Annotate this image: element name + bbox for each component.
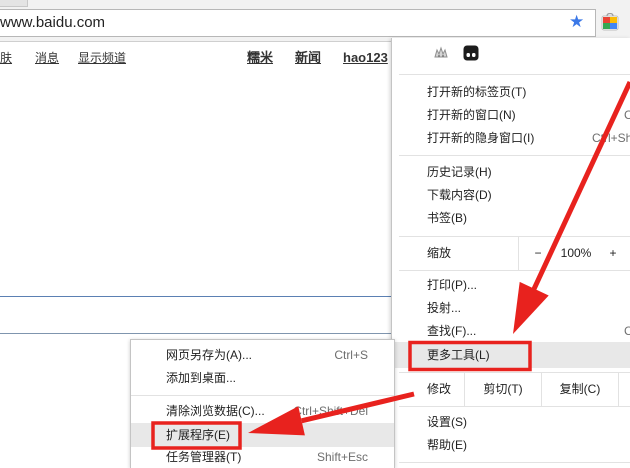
menu-item-new-window[interactable]: 打开新的窗口(N) C [392, 104, 630, 127]
menu-item-shortcut: C [624, 320, 630, 343]
menu-item-label: 查找(F)... [427, 324, 477, 338]
menu-separator [399, 270, 630, 271]
submenu-separator [131, 395, 394, 396]
nav-link-skin[interactable]: 肤 [0, 51, 12, 66]
zoom-label: 缩放 [427, 246, 452, 260]
black-extension-icon-eye-right [472, 53, 476, 57]
black-extension-icon-eye-left [466, 53, 470, 57]
edit-divider [618, 373, 619, 406]
chrome-main-menu: 打开新的标签页(T) 打开新的窗口(N) C 打开新的隐身窗口(I) Ctrl+… [391, 38, 630, 468]
webstore-icon-blue [610, 23, 617, 29]
zoom-out-button[interactable]: − [528, 237, 548, 270]
menu-item-label: 书签(B) [427, 211, 467, 225]
submenu-item-label: 扩展程序(E) [166, 428, 230, 442]
submenu-item-label: 任务管理器(T) [166, 450, 242, 464]
menu-item-label: 打开新的窗口(N) [427, 108, 516, 122]
menu-item-find[interactable]: 查找(F)... C [392, 320, 630, 343]
menu-item-label: 打印(P)... [427, 278, 477, 292]
zoom-in-button[interactable]: + [603, 237, 623, 270]
menu-item-new-tab[interactable]: 打开新的标签页(T) [392, 81, 630, 104]
browser-toolbar: www.baidu.com ★ [0, 0, 630, 42]
nav-link-show-channel[interactable]: 显示频道 [78, 51, 126, 66]
url-text[interactable]: www.baidu.com [0, 14, 105, 32]
submenu-item-label: 清除浏览数据(C)... [166, 404, 265, 418]
grey-extension-icon-shape [434, 46, 448, 58]
webstore-icon[interactable] [601, 13, 619, 31]
zoom-level: 100% [560, 246, 592, 260]
submenu-item-label: 添加到桌面... [166, 371, 237, 385]
submenu-item-extensions[interactable]: 扩展程序(E) [131, 423, 394, 447]
submenu-item-task-manager[interactable]: 任务管理器(T) Shift+Esc [131, 447, 394, 468]
menu-edit-row: 修改 剪切(T) 复制(C) [392, 373, 630, 406]
submenu-item-add-to-desktop[interactable]: 添加到桌面... [131, 367, 394, 390]
menu-item-downloads[interactable]: 下载内容(D) [392, 184, 630, 207]
nav-link-nuomi[interactable]: 糯米 [247, 50, 273, 65]
menu-item-label: 更多工具(L) [427, 348, 490, 362]
menu-item-history[interactable]: 历史记录(H) [392, 161, 630, 184]
bookmark-star-icon[interactable]: ★ [569, 11, 584, 33]
menu-item-new-incognito-window[interactable]: 打开新的隐身窗口(I) Ctrl+Sh [392, 127, 630, 150]
menu-item-label: 投射... [427, 301, 462, 315]
menu-item-label: 历史记录(H) [427, 165, 492, 179]
menu-separator [399, 406, 630, 407]
menu-item-label: 下载内容(D) [427, 188, 492, 202]
menu-item-label: 打开新的隐身窗口(I) [427, 131, 535, 145]
menu-item-settings[interactable]: 设置(S) [392, 411, 630, 434]
grey-extension-icon-dot-right [442, 55, 444, 57]
submenu-item-label: 网页另存为(A)... [166, 348, 252, 362]
cut-button[interactable]: 剪切(T) [465, 373, 541, 406]
menu-item-print[interactable]: 打印(P)... [392, 274, 630, 297]
more-tools-submenu: 网页另存为(A)... Ctrl+S 添加到桌面... 清除浏览数据(C)...… [130, 339, 395, 468]
submenu-item-save-page-as[interactable]: 网页另存为(A)... Ctrl+S [131, 344, 394, 367]
copy-button[interactable]: 复制(C) [542, 373, 618, 406]
edit-label: 修改 [427, 382, 452, 396]
grey-extension-icon[interactable] [433, 45, 449, 61]
submenu-item-shortcut: Ctrl+Shift+Del [293, 404, 368, 418]
menu-item-shortcut: Ctrl+Sh [592, 131, 630, 145]
menu-item-bookmarks[interactable]: 书签(B) [392, 207, 630, 230]
webstore-icon-yellow [610, 17, 617, 23]
submenu-item-shortcut: Shift+Esc [316, 450, 368, 464]
submenu-item-clear-browsing-data[interactable]: 清除浏览数据(C)... Ctrl+Shift+Del [131, 400, 394, 423]
address-bar[interactable]: www.baidu.com ★ [0, 9, 596, 37]
menu-item-shortcut: C [624, 104, 630, 127]
nav-link-news[interactable]: 新闻 [295, 50, 321, 65]
search-box[interactable] [0, 296, 394, 334]
menu-zoom-row: 缩放 − 100% + [392, 237, 630, 270]
webstore-icon-green [603, 23, 610, 29]
menu-separator [399, 462, 630, 463]
menu-item-more-tools[interactable]: 更多工具(L) [392, 342, 630, 368]
menu-item-help[interactable]: 帮助(E) [392, 434, 630, 457]
menu-separator [399, 155, 630, 156]
black-extension-icon[interactable] [463, 45, 479, 61]
grey-extension-icon-dot-left [438, 55, 440, 57]
menu-item-label: 设置(S) [427, 415, 467, 429]
submenu-item-shortcut: Ctrl+S [334, 348, 368, 362]
menu-item-cast[interactable]: 投射... [392, 297, 630, 320]
nav-link-hao123[interactable]: hao123 [343, 50, 388, 65]
nav-link-messages[interactable]: 消息 [35, 51, 59, 66]
menu-item-label: 帮助(E) [427, 438, 467, 452]
zoom-divider [518, 237, 519, 270]
black-extension-icon-body [463, 45, 479, 61]
menu-separator [399, 74, 630, 75]
tab-strip-stub[interactable] [0, 0, 28, 7]
menu-item-label: 打开新的标签页(T) [427, 85, 527, 99]
webstore-icon-red [603, 17, 610, 23]
